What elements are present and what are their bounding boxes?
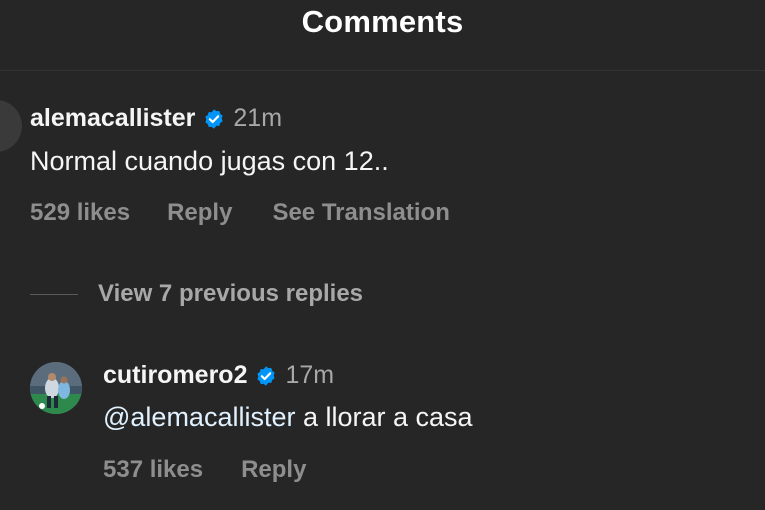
comment-username[interactable]: alemacallister [30,104,195,133]
reply-text: @alemacallister a llorar a casa [103,402,473,433]
reply-username[interactable]: cutiromero2 [103,361,247,390]
avatar[interactable] [0,100,22,152]
see-translation-button[interactable]: See Translation [272,199,449,227]
comment-text: Normal cuando jugas con 12.. [30,146,389,176]
reply-header: cutiromero2 17m [103,361,334,390]
view-replies-label: View 7 previous replies [98,280,364,307]
reply-button[interactable]: Reply [167,199,232,227]
page-title: Comments [301,4,464,39]
comment-timestamp: 21m [233,104,283,132]
divider-line [30,293,78,295]
avatar[interactable] [30,362,82,414]
avatar-photo-icon [30,362,82,414]
comments-screen: Comments alemacallister 21m Normal cuand… [0,0,765,510]
reply-timestamp: 17m [285,361,335,389]
view-previous-replies-button[interactable]: View 7 previous replies [30,280,363,308]
verified-badge-icon [257,365,276,386]
comments-header: Comments [0,0,765,71]
mention-link[interactable]: @alemacallister [103,402,295,432]
reply-button[interactable]: Reply [241,456,306,484]
likes-count[interactable]: 529 likes [30,199,130,227]
verified-badge-icon [205,108,224,129]
comment-header: alemacallister 21m [30,104,282,133]
reply-actions: 537 likes Reply [103,456,306,484]
reply-body: a llorar a casa [295,402,473,432]
comment-actions: 529 likes Reply See Translation [30,199,450,227]
likes-count[interactable]: 537 likes [103,456,203,484]
